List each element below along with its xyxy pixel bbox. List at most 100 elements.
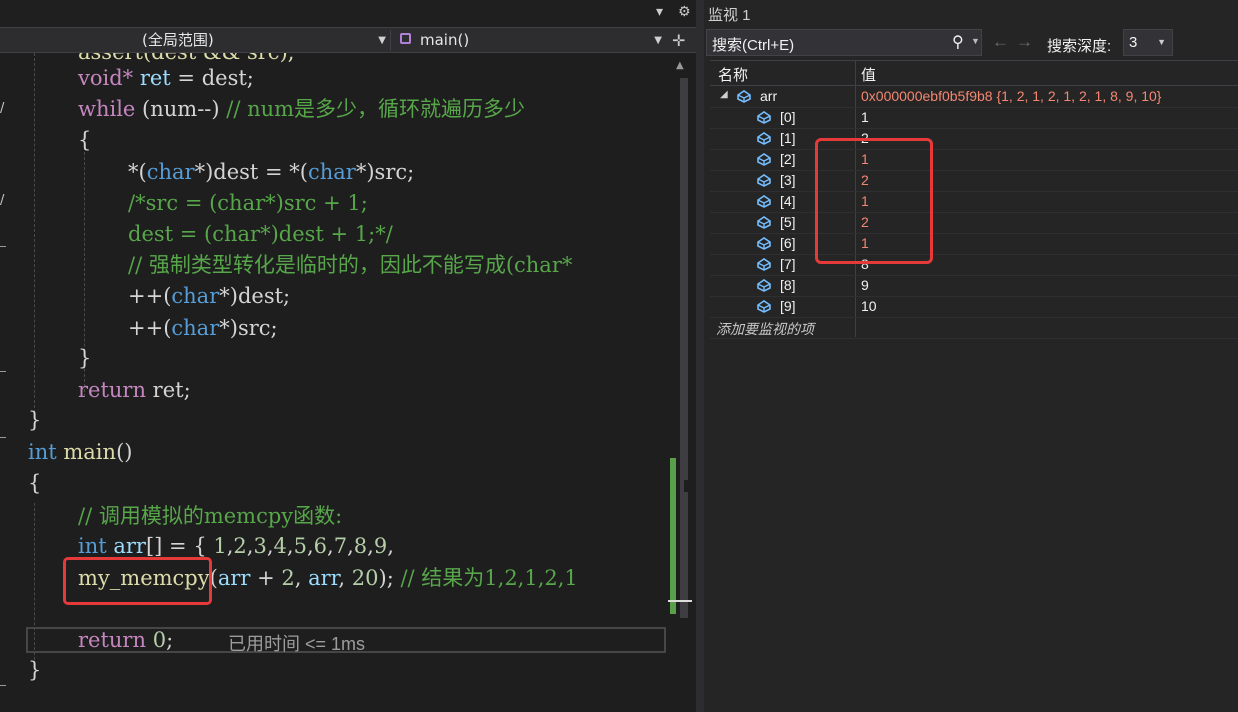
watch-row[interactable]: [0] 1 xyxy=(710,107,1238,129)
variable-icon xyxy=(756,194,771,208)
column-header-name[interactable]: 名称 xyxy=(718,64,748,85)
watch-item-value[interactable]: 0x000000ebf0b5f9b8 {1, 2, 1, 2, 1, 2, 1,… xyxy=(861,88,1161,104)
code-line: ++(char*)dest; xyxy=(128,284,291,308)
watch-item-name: [7] xyxy=(780,256,796,272)
chevron-down-icon[interactable]: ▼ xyxy=(971,36,980,46)
code-line: dest = (char*)dest + 1;*/ xyxy=(128,222,393,246)
collapse-marker[interactable] xyxy=(0,246,6,247)
variable-icon xyxy=(756,215,771,229)
watch-row[interactable]: [4] 1 xyxy=(710,191,1238,213)
watch-item-name: [5] xyxy=(780,214,796,230)
watch-item-value[interactable]: 10 xyxy=(861,298,877,314)
search-icon[interactable]: ⚲ xyxy=(952,32,964,52)
watch-item-name: arr xyxy=(760,88,778,104)
code-line: // 调用模拟的memcpy函数: xyxy=(78,504,343,528)
code-line: void* ret = dest; xyxy=(78,66,254,90)
add-watch-row[interactable]: 添加要监视的项 xyxy=(710,317,1238,339)
indent-guide xyxy=(34,53,36,413)
annotation-highlight-box xyxy=(63,557,212,605)
code-line: return ret; xyxy=(78,378,191,402)
scroll-position-marker xyxy=(668,600,692,602)
navigation-bar: (全局范围) ▼ main() ▼ ✛ xyxy=(0,27,696,53)
scroll-track[interactable] xyxy=(680,78,688,618)
code-line: *(char*)dest = *(char*)src; xyxy=(128,160,415,184)
arrow-left-icon[interactable]: ← xyxy=(992,32,1009,52)
watch-item-name: [2] xyxy=(780,151,796,167)
change-indicator-bar xyxy=(670,458,676,614)
watch-item-name: 添加要监视的项 xyxy=(716,321,814,337)
code-line: while (num--) // num是多少，循环就遍历多少 xyxy=(78,97,526,121)
watch-row[interactable]: [7] 8 xyxy=(710,254,1238,276)
column-header-value[interactable]: 值 xyxy=(861,64,876,85)
code-line: int main() xyxy=(28,440,133,464)
watch-item-name: [3] xyxy=(780,172,796,188)
watch-row[interactable]: [2] 1 xyxy=(710,149,1238,171)
watch-row[interactable]: [1] 2 xyxy=(710,128,1238,150)
scroll-up-icon[interactable]: ▲ xyxy=(676,60,684,71)
watch-item-value[interactable]: 1 xyxy=(861,109,869,125)
dropdown-arrow-icon[interactable]: ▾ xyxy=(656,4,663,20)
grid-header: 名称 值 xyxy=(710,60,1238,86)
editor-top-strip: ▾ ⚙ xyxy=(0,0,696,27)
code-area[interactable]: / / assert(dest && src); void* ret = des… xyxy=(0,53,668,712)
variable-icon xyxy=(756,278,771,292)
chevron-down-icon: ▼ xyxy=(654,35,662,46)
watch-item-name: [0] xyxy=(780,109,796,125)
watch-item-value[interactable]: 9 xyxy=(861,277,869,293)
watch-window: 监视 1 搜索(Ctrl+E) ⚲ ▼ ← → 搜索深度: 3 ▼ 名称 值 ◢… xyxy=(704,0,1238,712)
code-line: } xyxy=(28,408,42,432)
scope-label: (全局范围) xyxy=(142,31,214,49)
search-placeholder: 搜索(Ctrl+E) xyxy=(712,37,795,54)
watch-title: 监视 1 xyxy=(708,7,751,24)
scope-dropdown[interactable]: (全局范围) ▼ xyxy=(0,30,391,51)
watch-item-name: [8] xyxy=(780,277,796,293)
watch-row[interactable]: [6] 1 xyxy=(710,233,1238,255)
watch-item-name: [6] xyxy=(780,235,796,251)
function-cube-icon xyxy=(400,33,411,44)
variable-icon xyxy=(756,257,771,271)
variable-icon xyxy=(756,173,771,187)
chevron-down-icon: ▼ xyxy=(1157,37,1166,47)
watch-row[interactable]: [8] 9 xyxy=(710,275,1238,297)
watch-item-name: [4] xyxy=(780,193,796,209)
pane-splitter[interactable] xyxy=(696,0,704,712)
code-line: /*src = (char*)src + 1; xyxy=(128,191,368,215)
code-line: } xyxy=(78,346,92,370)
collapse-marker[interactable] xyxy=(0,371,6,372)
code-editor[interactable]: ▾ ⚙ (全局范围) ▼ main() ▼ ✛ / / assert(dest … xyxy=(0,0,696,712)
watch-row-root[interactable]: ◢ arr 0x000000ebf0b5f9b8 {1, 2, 1, 2, 1, 2… xyxy=(710,86,1238,108)
code-line: } xyxy=(28,658,42,682)
breakpoint-tick-icon[interactable]: / xyxy=(0,193,4,208)
collapse-arrow-icon[interactable]: ◢ xyxy=(720,89,728,100)
variable-icon xyxy=(756,152,771,166)
chevron-down-icon: ▼ xyxy=(378,35,386,46)
watch-item-name: [9] xyxy=(780,298,796,314)
code-line: ++(char*)src; xyxy=(128,316,278,340)
breakpoint-tick-icon[interactable]: / xyxy=(0,101,4,116)
search-depth-label: 搜索深度: xyxy=(1047,38,1112,55)
arrow-right-icon[interactable]: → xyxy=(1016,32,1033,52)
variable-icon xyxy=(736,89,751,103)
variable-icon xyxy=(756,299,771,313)
code-line: { xyxy=(78,128,92,152)
watch-item-name: [1] xyxy=(780,130,796,146)
variable-icon xyxy=(756,110,771,124)
watch-row[interactable]: [3] 2 xyxy=(710,170,1238,192)
code-line: { xyxy=(28,471,42,495)
variable-icon xyxy=(756,131,771,145)
search-depth-value: 3 xyxy=(1129,34,1138,51)
elapsed-time-hint: 已用时间 <= 1ms xyxy=(228,634,366,654)
collapse-marker[interactable] xyxy=(0,437,6,438)
code-line: // 强制类型转化是临时的，因此不能写成(char* xyxy=(128,253,573,277)
watch-search-input[interactable]: 搜索(Ctrl+E) ⚲ ▼ xyxy=(706,29,982,56)
function-dropdown[interactable]: main() ▼ xyxy=(394,30,666,51)
collapse-marker[interactable] xyxy=(0,685,6,686)
gear-icon[interactable]: ⚙ xyxy=(678,4,691,20)
search-depth-select[interactable]: 3 ▼ xyxy=(1123,29,1173,56)
annotation-highlight-box xyxy=(815,138,933,264)
watch-row[interactable]: [9] 10 xyxy=(710,296,1238,318)
function-label: main() xyxy=(420,31,470,49)
scroll-thumb[interactable] xyxy=(684,480,690,492)
watch-row[interactable]: [5] 2 xyxy=(710,212,1238,234)
split-editor-icon[interactable]: ✛ xyxy=(672,31,685,50)
